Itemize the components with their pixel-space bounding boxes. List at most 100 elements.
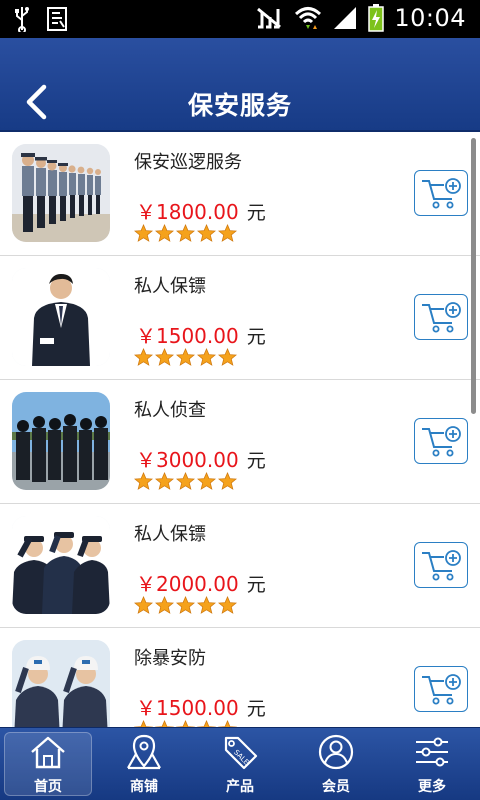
star-icon (176, 348, 195, 366)
product-price: ￥1500.00 (136, 696, 239, 720)
nav-label: 产品 (226, 779, 254, 795)
price-row: ￥1800.00 元 (136, 196, 266, 225)
rating-stars (134, 596, 237, 615)
cart-add-icon (422, 674, 461, 705)
star-icon (155, 720, 174, 727)
price-unit: 元 (246, 326, 266, 348)
price-unit: 元 (246, 450, 266, 472)
status-right-icons: 10:04 (254, 4, 466, 32)
product-image-riot-police (12, 640, 110, 727)
product-price: ￥2000.00 (136, 572, 239, 596)
cart-add-icon (422, 178, 461, 209)
product-image-bodyguard (12, 268, 110, 366)
settings-sliders-icon (412, 734, 452, 770)
add-to-cart-button[interactable] (414, 170, 468, 216)
star-icon (218, 348, 237, 366)
cart-add-icon (422, 550, 461, 581)
add-to-cart-button[interactable] (414, 294, 468, 340)
nav-item-home[interactable]: 首页 (0, 728, 96, 800)
price-row: ￥2000.00 元 (136, 568, 266, 597)
star-icon (218, 224, 237, 242)
price-unit: 元 (246, 202, 266, 224)
star-icon (218, 596, 237, 614)
add-to-cart-button[interactable] (414, 666, 468, 712)
product-name: 保安巡逻服务 (134, 152, 242, 173)
product-name: 除暴安防 (134, 648, 206, 669)
star-icon (134, 224, 153, 242)
usb-icon (15, 7, 29, 32)
add-to-cart-button[interactable] (414, 542, 468, 588)
rating-stars (134, 472, 237, 491)
star-icon (197, 224, 216, 242)
star-icon (134, 348, 153, 366)
home-icon (28, 734, 68, 770)
star-icon (155, 596, 174, 614)
star-icon (176, 720, 195, 727)
mute-icon (257, 7, 282, 29)
product-list[interactable]: 保安巡逻服务 ￥1800.00 元 私人保镖 ￥1500.00 元 私人侦查 ￥… (0, 132, 480, 727)
product-image-squad (12, 392, 110, 490)
product-item[interactable]: 除暴安防 ￥1500.00 元 (0, 628, 480, 727)
star-icon (197, 348, 216, 366)
product-image-guards-row (12, 144, 110, 242)
rating-stars (134, 720, 237, 727)
wifi-icon (295, 7, 322, 29)
sim-icon (47, 7, 67, 31)
star-icon (134, 472, 153, 490)
price-row: ￥1500.00 元 (136, 692, 266, 721)
price-row: ￥1500.00 元 (136, 320, 266, 349)
star-icon (134, 720, 153, 727)
product-price: ￥1800.00 (136, 200, 239, 224)
add-to-cart-button[interactable] (414, 418, 468, 464)
scrollbar[interactable] (471, 138, 476, 414)
star-icon (197, 596, 216, 614)
nav-item-products[interactable]: SALE 产品 (192, 728, 288, 800)
product-name: 私人侦查 (134, 400, 206, 421)
product-item[interactable]: 保安巡逻服务 ￥1800.00 元 (0, 132, 480, 256)
status-bar: 10:04 (0, 0, 480, 38)
title-bar: 保安服务 (0, 38, 480, 132)
star-icon (155, 348, 174, 366)
star-icon (197, 472, 216, 490)
star-icon (176, 224, 195, 242)
bottom-nav: 首页 商铺 SALE 产品 会员 更多 (0, 727, 480, 800)
star-icon (176, 472, 195, 490)
sale-tag-icon: SALE (220, 734, 260, 770)
status-time: 10:04 (394, 4, 466, 32)
product-price: ￥1500.00 (136, 324, 239, 348)
member-icon (316, 734, 356, 770)
cart-add-icon (422, 302, 461, 333)
signal-icon (334, 7, 357, 29)
product-image-saluting-guards (12, 516, 110, 614)
star-icon (155, 472, 174, 490)
product-item[interactable]: 私人保镖 ￥2000.00 元 (0, 504, 480, 628)
star-icon (197, 720, 216, 727)
nav-item-member[interactable]: 会员 (288, 728, 384, 800)
product-price: ￥3000.00 (136, 448, 239, 472)
product-item[interactable]: 私人侦查 ￥3000.00 元 (0, 380, 480, 504)
price-unit: 元 (246, 698, 266, 720)
battery-charging-icon (368, 4, 385, 32)
nav-item-more[interactable]: 更多 (384, 728, 480, 800)
price-unit: 元 (246, 574, 266, 596)
nav-label: 商铺 (130, 779, 158, 795)
nav-item-store[interactable]: 商铺 (96, 728, 192, 800)
star-icon (218, 720, 237, 727)
product-name: 私人保镖 (134, 524, 206, 545)
rating-stars (134, 224, 237, 243)
product-name: 私人保镖 (134, 276, 206, 297)
status-left-icons (14, 6, 68, 32)
product-item[interactable]: 私人保镖 ￥1500.00 元 (0, 256, 480, 380)
price-row: ￥3000.00 元 (136, 444, 266, 473)
nav-label: 首页 (34, 779, 62, 795)
store-icon (124, 734, 164, 770)
rating-stars (134, 348, 237, 367)
cart-add-icon (422, 426, 461, 457)
star-icon (218, 472, 237, 490)
nav-label: 更多 (418, 779, 446, 795)
nav-label: 会员 (322, 779, 350, 795)
star-icon (155, 224, 174, 242)
page-title: 保安服务 (187, 91, 292, 120)
star-icon (176, 596, 195, 614)
star-icon (134, 596, 153, 614)
